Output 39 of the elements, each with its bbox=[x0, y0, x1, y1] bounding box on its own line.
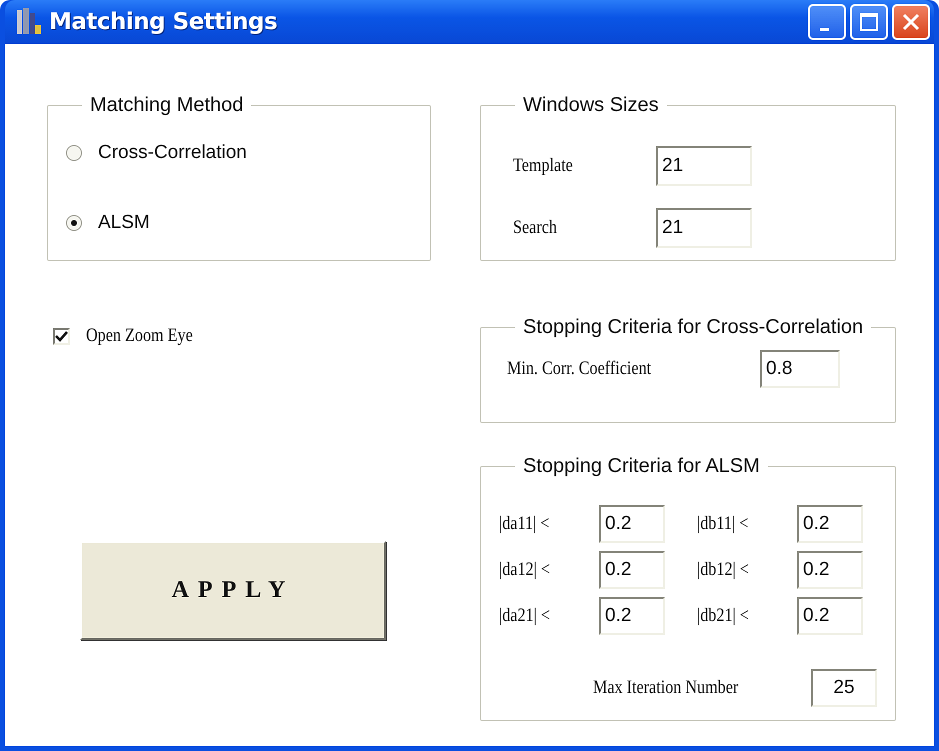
close-icon bbox=[901, 12, 921, 32]
input-field[interactable]: 0.8 bbox=[760, 350, 840, 388]
maximize-button[interactable] bbox=[850, 4, 888, 40]
apply-button[interactable]: APPLY bbox=[80, 541, 386, 640]
field-label: |da21| < bbox=[499, 605, 552, 627]
minimize-icon bbox=[820, 28, 828, 30]
checkbox-label: Open Zoom Eye bbox=[86, 325, 193, 347]
group-title: Windows Sizes bbox=[522, 94, 660, 116]
input-field[interactable]: 21 bbox=[656, 146, 752, 186]
field-label: Search bbox=[513, 217, 558, 239]
input-field[interactable]: 0.2 bbox=[797, 551, 863, 589]
input-field[interactable]: 0.2 bbox=[797, 505, 863, 543]
field-label: |da11| < bbox=[499, 513, 550, 535]
radio-label: Cross-Correlation bbox=[98, 142, 247, 164]
minimize-button[interactable] bbox=[808, 4, 846, 40]
field-label: Template bbox=[513, 155, 574, 177]
field-label: |db12| < bbox=[697, 559, 750, 581]
radio-button[interactable] bbox=[66, 215, 82, 231]
field-label: |da12| < bbox=[499, 559, 552, 581]
radio-button[interactable] bbox=[66, 145, 82, 161]
field-label: |db11| < bbox=[697, 513, 750, 535]
app-icon bbox=[15, 7, 43, 37]
checkbox[interactable] bbox=[53, 328, 70, 344]
group-title: Matching Method bbox=[89, 94, 244, 116]
group-title: Stopping Criteria for ALSM bbox=[522, 455, 761, 477]
field-label: Min. Corr. Coefficient bbox=[507, 358, 652, 380]
radio-label: ALSM bbox=[98, 212, 150, 234]
field-label: |db21| < bbox=[697, 605, 750, 627]
field-label: Max Iteration Number bbox=[593, 677, 740, 699]
close-button[interactable] bbox=[892, 4, 930, 40]
input-field[interactable]: 21 bbox=[656, 208, 752, 248]
group-title: Stopping Criteria for Cross-Correlation bbox=[522, 316, 864, 338]
maximize-icon bbox=[859, 12, 879, 32]
input-field[interactable]: 0.2 bbox=[599, 551, 665, 589]
input-field[interactable]: 25 bbox=[811, 669, 877, 707]
input-field[interactable]: 0.2 bbox=[797, 597, 863, 635]
input-field[interactable]: 0.2 bbox=[599, 597, 665, 635]
input-field[interactable]: 0.2 bbox=[599, 505, 665, 543]
window-title: Matching Settings bbox=[49, 9, 278, 35]
